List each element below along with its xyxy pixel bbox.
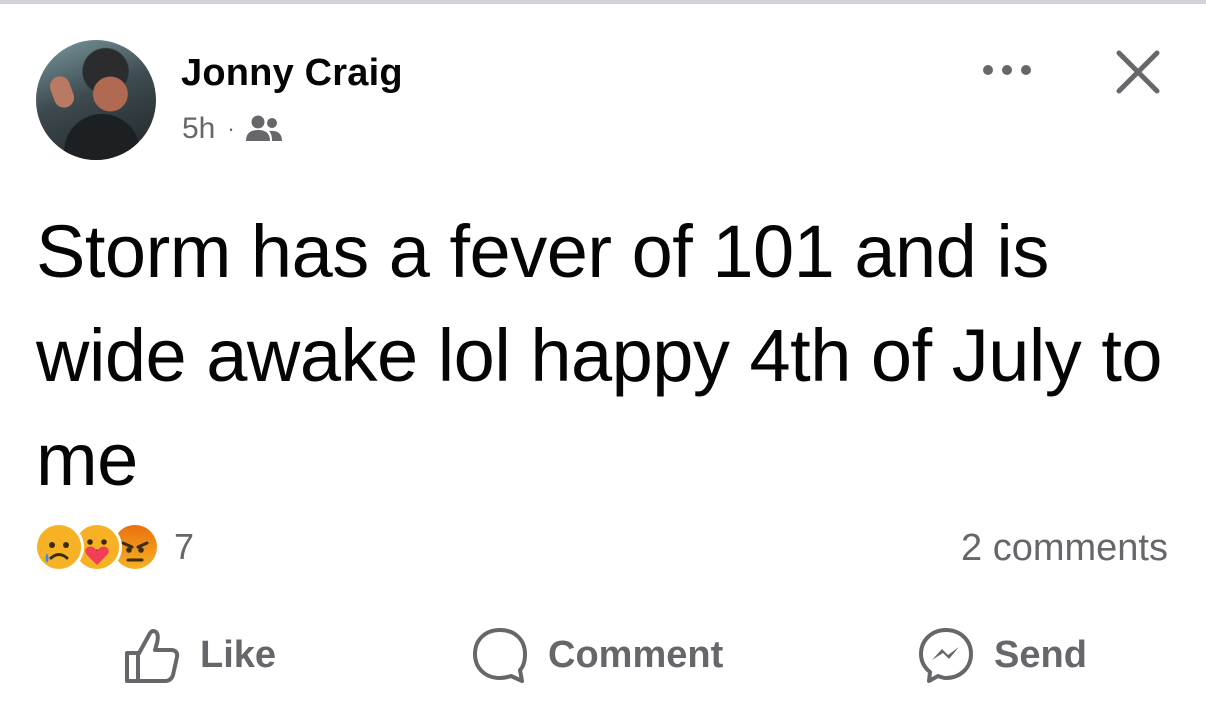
close-button[interactable] [1110,44,1166,100]
send-label: Send [994,633,1087,676]
post-meta: 5h · [182,112,283,146]
more-dots-icon [983,65,1031,75]
post-time[interactable]: 5h [182,112,215,146]
meta-separator: · [227,116,235,141]
send-button[interactable]: Send [916,622,1087,688]
comment-button[interactable]: Comment [470,622,723,688]
comments-count-link[interactable]: 2 comments [961,527,1168,570]
messenger-icon [919,628,973,683]
avatar-body [64,114,140,160]
reaction-count: 7 [174,526,195,567]
author-name[interactable]: Jonny Craig [181,52,403,95]
top-divider [0,0,1206,4]
close-icon [1116,50,1160,94]
more-options-button[interactable] [978,52,1036,88]
thumbs-up-icon [125,629,180,683]
comment-bubble-icon [473,628,527,683]
like-button[interactable]: Like [122,622,276,688]
comment-label: Comment [548,633,724,676]
friends-icon[interactable] [245,114,283,144]
avatar-hand [47,73,77,111]
post-body-text: Storm has a fever of 101 and is wide awa… [36,210,1163,501]
reactions-summary[interactable]: 7 [34,522,194,572]
author-avatar[interactable] [36,40,156,160]
like-label: Like [200,633,277,676]
sad-reaction-icon [34,522,84,572]
